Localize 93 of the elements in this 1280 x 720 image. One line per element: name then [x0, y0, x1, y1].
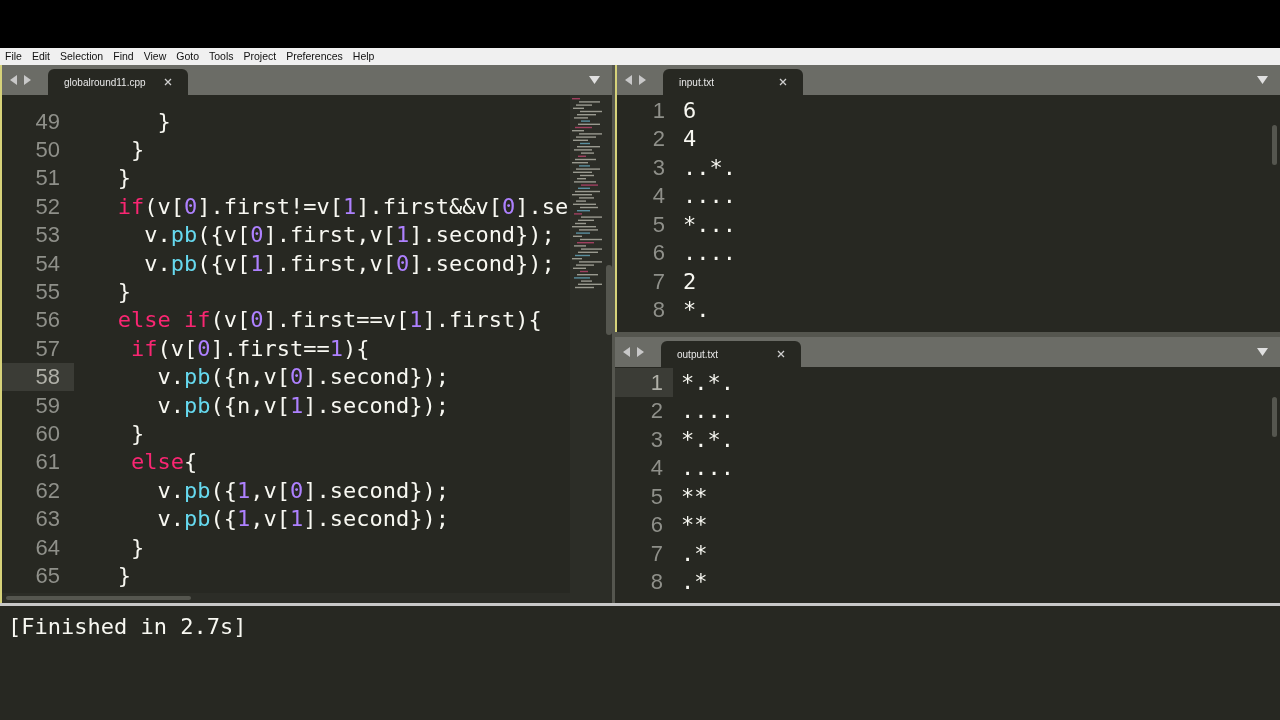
- code-line: v.pb({1,v[0].second});: [156, 476, 449, 505]
- text-line: *.: [683, 296, 710, 325]
- code-line: else if(v[0].first==v[1].first){: [116, 306, 542, 335]
- code-line: v.pb({v[1].first,v[0].second});: [143, 249, 555, 278]
- text-line: *...: [683, 210, 736, 239]
- line-number: 1: [615, 368, 673, 397]
- close-icon[interactable]: [164, 78, 172, 86]
- line-number: 7: [651, 267, 666, 296]
- menu-item[interactable]: Selection: [60, 48, 104, 65]
- close-icon[interactable]: [779, 78, 787, 86]
- code-line: }: [116, 164, 131, 193]
- line-number: 61: [34, 448, 61, 477]
- text-line: ....: [681, 454, 734, 483]
- line-number: 6: [651, 239, 666, 267]
- code-line: v.pb({n,v[1].second});: [156, 391, 449, 420]
- menu-item[interactable]: Project: [243, 48, 277, 65]
- menu-item[interactable]: View: [143, 48, 167, 65]
- code-line: v.pb({1,v[1].second});: [156, 505, 449, 534]
- code-line: }: [129, 420, 145, 448]
- code-line: if(v[0].first!=v[1].first&&v[0].se: [116, 192, 569, 221]
- line-number: 58: [2, 362, 74, 391]
- code-line: v.pb({v[0].first,v[1].second});: [143, 221, 555, 250]
- line-number: 8: [649, 568, 664, 596]
- line-number: 2: [649, 397, 664, 425]
- line-number: 55: [34, 278, 61, 306]
- dropdown-caret-icon[interactable]: [1257, 348, 1268, 356]
- menu-item[interactable]: Help: [352, 48, 375, 65]
- code-line: }: [129, 136, 145, 165]
- line-number: 3: [651, 153, 666, 182]
- line-number: 5: [649, 482, 664, 511]
- tab-nav-arrows-icon[interactable]: [623, 347, 645, 357]
- line-number: 60: [34, 420, 61, 448]
- tab-nav-arrows-icon[interactable]: [625, 75, 647, 85]
- code-line: if(v[0].first==1){: [129, 334, 370, 363]
- line-number: 5: [651, 210, 666, 239]
- line-number: 53: [34, 221, 61, 249]
- code-line: }: [156, 107, 171, 136]
- scrollbar[interactable]: [1272, 397, 1277, 437]
- build-output-text: [Finished in 2.7s]: [8, 614, 247, 639]
- tab-nav-arrows-icon[interactable]: [10, 75, 32, 85]
- text-line: .*: [681, 568, 708, 597]
- close-icon[interactable]: [777, 350, 785, 358]
- text-line: **: [681, 482, 708, 511]
- menu-item[interactable]: Goto: [176, 48, 199, 65]
- file-tab[interactable]: input.txt: [663, 69, 803, 95]
- menu-item[interactable]: Tools: [209, 48, 234, 65]
- dropdown-caret-icon[interactable]: [589, 76, 600, 84]
- text-line: *.*.: [681, 368, 734, 397]
- line-number: 8: [651, 296, 666, 324]
- text-line: ..*.: [683, 153, 736, 182]
- scrollbar[interactable]: [1272, 125, 1277, 165]
- line-number: 2: [651, 125, 666, 153]
- line-number: 49: [34, 107, 61, 136]
- code-line: }: [116, 278, 131, 307]
- line-number: 3: [649, 425, 664, 454]
- line-number: 64: [34, 533, 61, 562]
- line-number: 57: [34, 334, 61, 363]
- line-number: 4: [649, 454, 664, 482]
- line-number: 62: [34, 476, 61, 505]
- text-line: 6: [683, 96, 697, 125]
- file-tab[interactable]: globalround11.cpp: [48, 69, 188, 95]
- line-number: 56: [34, 306, 61, 335]
- text-line: ....: [681, 397, 734, 426]
- text-line: **: [681, 511, 708, 540]
- line-number: 7: [649, 539, 664, 568]
- file-tab[interactable]: output.txt: [661, 341, 801, 367]
- text-line: ....: [683, 239, 736, 268]
- line-number: 59: [34, 391, 61, 420]
- line-number: 54: [34, 249, 61, 278]
- code-line: v.pb({n,v[0].second});: [156, 363, 449, 392]
- line-number: 4: [651, 182, 666, 210]
- line-number: 52: [34, 192, 61, 221]
- text-line: 4: [683, 125, 697, 154]
- code-line: }: [129, 533, 145, 562]
- line-number: 63: [34, 505, 61, 533]
- menu-item[interactable]: File: [5, 48, 22, 65]
- line-number: 1: [651, 96, 666, 125]
- text-line: ....: [683, 182, 736, 211]
- line-number: 65: [34, 561, 61, 590]
- line-number: 50: [34, 136, 61, 164]
- text-line: .*: [681, 539, 708, 568]
- line-number: 6: [649, 511, 664, 539]
- scrollbar[interactable]: [606, 265, 612, 335]
- dropdown-caret-icon[interactable]: [1257, 76, 1268, 84]
- menu-item[interactable]: Edit: [31, 48, 50, 65]
- menu-item[interactable]: Preferences: [286, 48, 343, 65]
- code-line: else{: [129, 448, 198, 477]
- text-line: *.*.: [681, 425, 734, 454]
- menu-item[interactable]: Find: [113, 48, 134, 65]
- scrollbar[interactable]: [6, 596, 191, 600]
- code-line: }: [116, 561, 131, 590]
- text-line: 2: [683, 267, 697, 296]
- line-number: 51: [34, 164, 61, 193]
